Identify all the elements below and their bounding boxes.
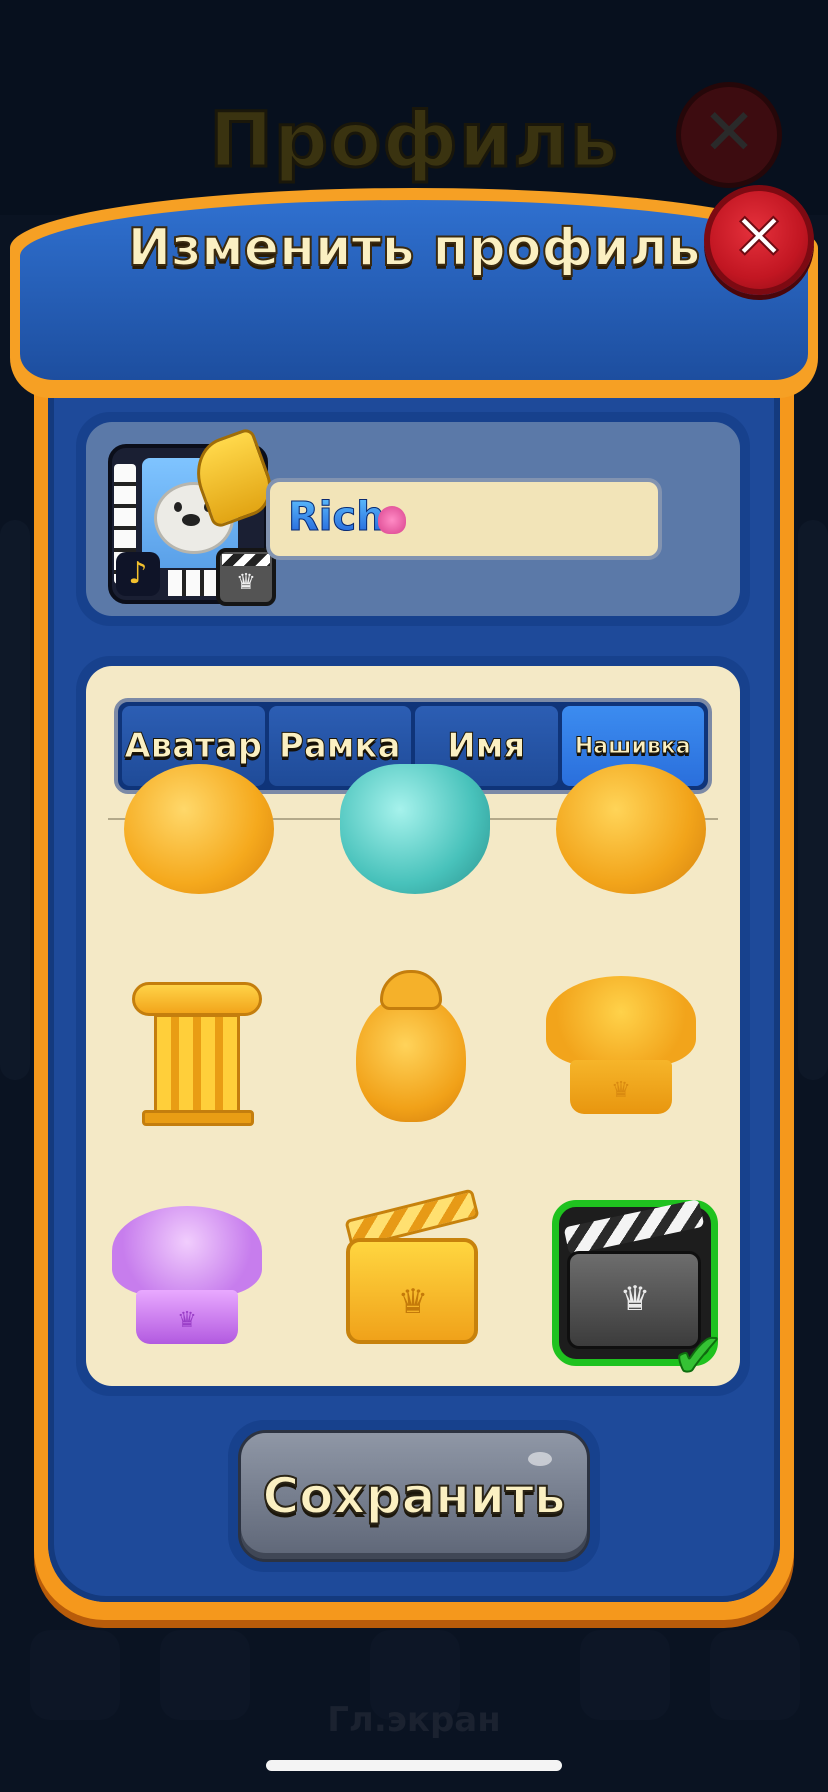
music-note-icon: ♪	[116, 552, 160, 596]
gold-penguin-icon[interactable]	[336, 970, 486, 1122]
home-indicator[interactable]	[266, 1760, 562, 1771]
gold-pillar-icon[interactable]	[126, 976, 276, 1126]
purple-chef-hat-icon[interactable]: ♛	[112, 1206, 262, 1356]
silver-clapperboard-icon[interactable]: ♛ ✔	[552, 1198, 725, 1386]
close-icon: ✕	[731, 200, 787, 276]
background-panel-left	[0, 520, 30, 1080]
player-name-field[interactable]: Rich	[266, 478, 662, 560]
items-panel: Аватар Рамка Имя Нашивка ♛ ♛ ♛ ♛ ✔	[76, 656, 750, 1396]
background-close-icon: ✕	[676, 82, 782, 188]
patch-grid: ♛ ♛ ♛ ♛ ✔	[86, 764, 740, 1386]
clapperboard-badge-icon: ♛	[216, 548, 276, 606]
player-name: Rich	[288, 494, 386, 541]
seashell-icon	[378, 506, 406, 534]
crown-icon: ♛	[611, 1078, 631, 1103]
button-shine	[528, 1452, 552, 1466]
save-button[interactable]: Сохранить	[238, 1430, 590, 1562]
crown-icon: ♛	[619, 1279, 651, 1319]
gold-clapperboard-icon[interactable]: ♛	[338, 1188, 488, 1348]
crown-icon: ♛	[236, 570, 256, 595]
gold-crown-coin-icon[interactable]	[556, 764, 706, 894]
avatar[interactable]: ♪ ♛	[108, 426, 281, 606]
gold-chef-hat-icon[interactable]: ♛	[546, 976, 696, 1126]
dialog-title: Изменить профиль	[127, 217, 702, 279]
profile-card: ♪ ♛ Rich	[76, 412, 750, 626]
crown-icon: ♛	[177, 1308, 197, 1333]
checkmark-icon: ✔	[671, 1319, 725, 1387]
teal-diamond-icon[interactable]	[340, 764, 490, 894]
crown-icon: ♛	[397, 1282, 429, 1322]
gold-gem-coin-icon[interactable]	[124, 764, 274, 894]
save-button-frame: Сохранить	[228, 1420, 600, 1572]
close-button[interactable]: ✕	[704, 185, 814, 295]
background-home-label: Гл.экран	[327, 1700, 501, 1740]
background-panel-right	[798, 520, 828, 1080]
